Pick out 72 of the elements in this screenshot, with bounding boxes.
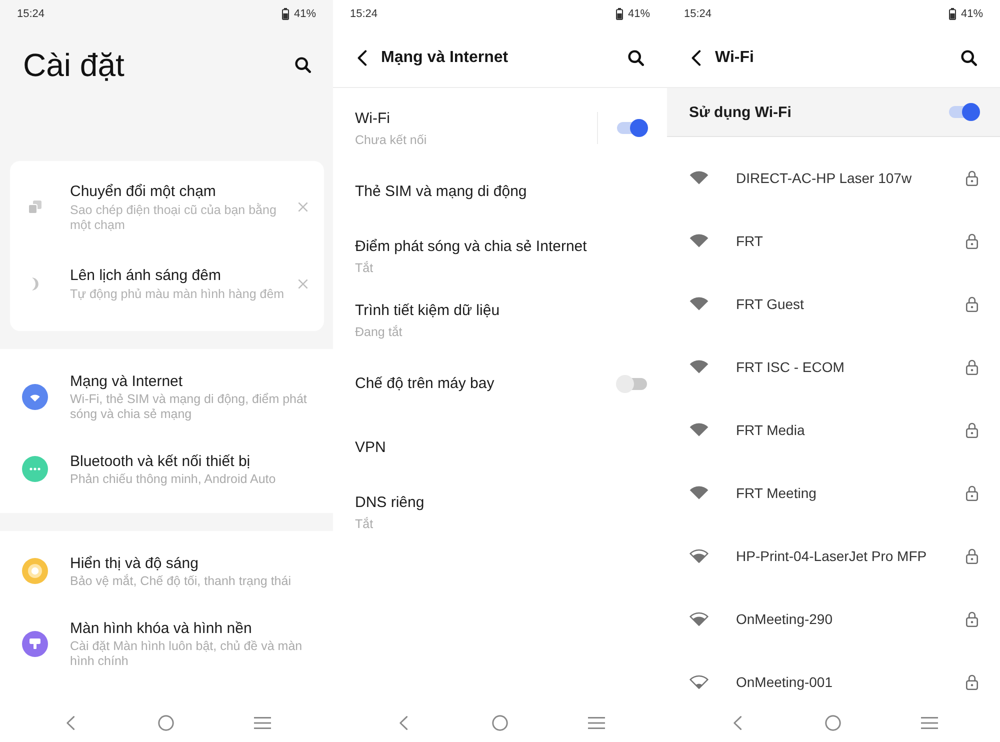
- network-name[interactable]: OnMeeting-001: [736, 674, 966, 690]
- toggle-switch[interactable]: [616, 118, 648, 138]
- page-title: Wi-Fi: [715, 48, 755, 66]
- setting-subtitle: Tắt: [355, 260, 374, 276]
- setting-title[interactable]: VPN: [355, 438, 648, 458]
- wifi-signal-icon: [689, 422, 709, 436]
- wifi-signal-icon: [689, 296, 709, 310]
- network-name[interactable]: FRT Media: [736, 422, 966, 438]
- page-title: Cài đặt: [23, 46, 124, 84]
- setting-title[interactable]: Trình tiết kiệm dữ liệu: [355, 300, 648, 320]
- page-title: Mạng và Internet: [381, 48, 510, 66]
- network-name[interactable]: HP-Print-04-LaserJet Pro MFP: [736, 548, 966, 564]
- setting-title[interactable]: Màn hình khóa và hình nền: [70, 618, 315, 638]
- setting-title[interactable]: Thẻ SIM và mạng di động: [355, 182, 648, 202]
- wifi-signal-icon: [689, 548, 709, 562]
- suggestion-title[interactable]: Chuyển đổi một chạm: [70, 182, 294, 202]
- suggestion-title[interactable]: Lên lịch ánh sáng đêm: [70, 266, 294, 286]
- setting-title[interactable]: Bluetooth và kết nối thiết bị: [70, 452, 315, 472]
- wifi-signal-icon: [689, 612, 709, 626]
- setting-subtitle: Phản chiếu thông minh, Android Auto: [70, 472, 277, 486]
- wifi-signal-icon: [689, 360, 709, 374]
- battery-percent: 41%: [960, 8, 983, 20]
- toggle-switch[interactable]: [616, 374, 648, 394]
- menu-icon[interactable]: [921, 716, 938, 728]
- battery-icon: [948, 8, 956, 20]
- toggle-switch[interactable]: [948, 102, 980, 122]
- home-icon[interactable]: [492, 714, 508, 730]
- battery-percent: 41%: [294, 8, 316, 20]
- master-switch-label: Sử dụng Wi-Fi: [689, 104, 792, 120]
- menu-icon[interactable]: [254, 716, 272, 728]
- setting-title[interactable]: Chế độ trên máy bay: [355, 374, 616, 394]
- battery-percent: 41%: [628, 8, 650, 20]
- battery-icon: [282, 8, 289, 20]
- setting-subtitle: Wi-Fi, thẻ SIM và mạng di động, điểm phát sóng và chia sẻ mạng: [70, 392, 308, 422]
- network-name[interactable]: FRT: [736, 232, 966, 248]
- wifi-signal-icon: [689, 486, 709, 500]
- setting-title[interactable]: Hiển thị và độ sáng: [70, 554, 315, 574]
- network-name[interactable]: FRT Meeting: [736, 484, 966, 500]
- network-name[interactable]: FRT ISC - ECOM: [736, 358, 966, 374]
- copy-icon: [28, 200, 42, 214]
- wifi-signal-icon: [689, 170, 709, 184]
- home-icon[interactable]: [158, 714, 174, 730]
- network-name[interactable]: FRT Guest: [736, 296, 966, 312]
- setting-subtitle: Đang tắt: [355, 324, 404, 340]
- setting-title[interactable]: Mạng và Internet: [70, 372, 315, 392]
- setting-title[interactable]: DNS riêng: [355, 492, 648, 512]
- setting-subtitle: Bảo vệ mắt, Chế độ tối, thanh trạng thái: [70, 574, 292, 588]
- search-icon[interactable]: [628, 50, 644, 66]
- status-time: 15:24: [350, 8, 378, 20]
- setting-title[interactable]: Điểm phát sóng và chia sẻ Internet: [355, 236, 648, 256]
- back-icon[interactable]: [357, 50, 367, 66]
- moon-icon: [29, 276, 41, 291]
- setting-subtitle: Tắt: [355, 516, 374, 532]
- suggestion-subtitle: Sao chép điện thoại cũ của bạn bằng một chạm: [70, 203, 278, 232]
- status-time: 15:24: [684, 8, 712, 20]
- close-icon[interactable]: [298, 202, 308, 212]
- close-icon[interactable]: [298, 278, 308, 289]
- wifi-signal-icon: [689, 234, 709, 248]
- battery-icon: [616, 8, 623, 20]
- setting-subtitle: Chưa kết nối: [355, 132, 428, 148]
- network-name[interactable]: OnMeeting-290: [736, 610, 966, 626]
- back-icon[interactable]: [691, 50, 701, 66]
- setting-title[interactable]: Wi-Fi: [355, 108, 597, 128]
- home-icon[interactable]: [825, 714, 842, 730]
- suggestion-subtitle: Tự động phủ màu màn hình hàng đêm: [70, 287, 286, 302]
- wifi-signal-icon: [689, 674, 709, 688]
- network-name[interactable]: DIRECT-AC-HP Laser 107w: [736, 170, 966, 186]
- setting-subtitle: Cài đặt Màn hình luôn bật, chủ đề và màn hình chính: [70, 638, 304, 668]
- search-icon[interactable]: [961, 50, 977, 66]
- search-icon[interactable]: [295, 57, 311, 73]
- status-time: 15:24: [17, 8, 45, 20]
- menu-icon[interactable]: [588, 716, 606, 728]
